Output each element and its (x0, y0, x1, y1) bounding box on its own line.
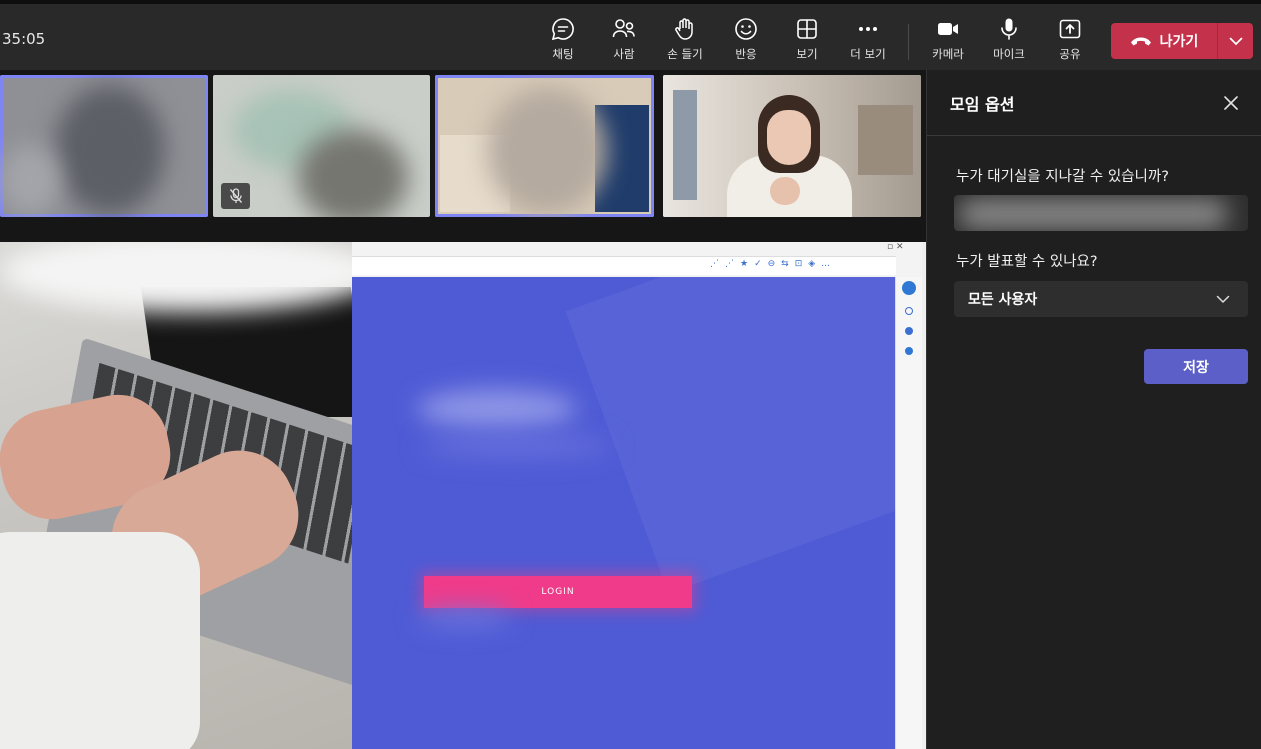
react-label: 반응 (735, 47, 757, 61)
blurred-participant (487, 87, 607, 215)
shared-screen: ▫ ✕ ⋰⋰★✓⊖⇆⊡◈… LOGIN (0, 242, 926, 749)
react-button[interactable]: 반응 (718, 16, 774, 68)
mic-label: 마이크 (993, 47, 1025, 61)
raise-hand-label: 손 들기 (667, 47, 703, 61)
chat-label: 채팅 (552, 47, 574, 61)
blurred-text (422, 435, 612, 457)
more-label: 더 보기 (850, 47, 886, 61)
leave-label: 나가기 (1159, 34, 1199, 50)
participant-hand (770, 177, 800, 205)
chevron-down-icon (1216, 295, 1230, 303)
more-button[interactable]: 더 보기 (840, 16, 896, 68)
browser-sidebar (895, 277, 922, 749)
save-label: 저장 (1183, 359, 1209, 376)
muted-indicator (221, 183, 250, 209)
share-tray-icon (1059, 19, 1081, 39)
panel-title: 모임 옵션 (950, 94, 1015, 114)
page-decoration (565, 277, 895, 594)
view-button[interactable]: 보기 (779, 16, 835, 68)
share-label: 공유 (1059, 47, 1081, 61)
shirt-sleeve (0, 532, 200, 749)
hand-icon (675, 18, 693, 40)
presenter-question-label: 누가 발표할 수 있나요? (956, 254, 1098, 270)
view-label: 보기 (796, 47, 818, 61)
people-icon (612, 19, 635, 38)
smiley-icon (735, 18, 757, 40)
chat-button[interactable]: 채팅 (535, 16, 591, 68)
raise-hand-button[interactable]: 손 들기 (657, 16, 713, 68)
search-icon (905, 307, 913, 315)
shared-web-page: LOGIN (352, 277, 895, 749)
camera-button[interactable]: 카메라 (920, 16, 976, 68)
leave-button-group: 나가기 (1111, 23, 1253, 59)
login-label: LOGIN (541, 587, 575, 597)
window-controls: ▫ ✕ (887, 242, 904, 252)
leave-options-button[interactable] (1218, 23, 1253, 59)
meeting-timer: 35:05 (2, 30, 46, 48)
shared-login-button: LOGIN (424, 576, 692, 608)
browser-extension-icons: ⋰⋰★✓⊖⇆⊡◈… (710, 259, 837, 269)
sidebar-app-icon (905, 347, 913, 355)
mic-button[interactable]: 마이크 (981, 16, 1037, 68)
window (673, 90, 697, 200)
meeting-stage: ▫ ✕ ⋰⋰★✓⊖⇆⊡◈… LOGIN (0, 70, 926, 749)
chat-icon (551, 18, 574, 41)
presenter-select-value: 모든 사용자 (968, 292, 1038, 308)
chevron-down-icon (1229, 37, 1242, 45)
blurred-text (417, 389, 577, 429)
shared-image-laptop (0, 242, 352, 749)
blurred-value (958, 199, 1228, 229)
close-icon (1224, 95, 1238, 110)
shared-browser-toolbar: ▫ ✕ ⋰⋰★✓⊖⇆⊡◈… (352, 242, 922, 277)
camera-icon (938, 23, 958, 35)
lobby-question-label: 누가 대기실을 지나갈 수 있습니까? (956, 169, 1169, 185)
people-label: 사람 (613, 47, 635, 61)
participant-tile[interactable] (435, 75, 654, 217)
share-button[interactable]: 공유 (1042, 16, 1098, 68)
mic-off-icon (229, 188, 242, 203)
sidebar-app-icon (905, 327, 913, 335)
save-button[interactable]: 저장 (1144, 349, 1248, 384)
meeting-toolbar: 35:05 채팅 사람 손 들기 반응 보기 더 보기 카메라 마이크 공유 나… (0, 0, 1261, 70)
meeting-options-panel: 모임 옵션 누가 대기실을 지나갈 수 있습니까? 누가 발표할 수 있나요? … (926, 70, 1261, 749)
participant-tile[interactable] (0, 75, 208, 217)
microphone-icon (1001, 18, 1017, 40)
leave-button[interactable]: 나가기 (1111, 23, 1217, 59)
camera-label: 카메라 (932, 47, 964, 61)
people-button[interactable]: 사람 (596, 16, 652, 68)
blurred-background (0, 145, 60, 215)
wall-panel (858, 105, 913, 175)
blurred-text (417, 610, 512, 626)
panel-header: 모임 옵션 (927, 70, 1261, 136)
close-panel-button[interactable] (1219, 91, 1243, 115)
more-dots-icon (859, 27, 877, 31)
blurred-participant (55, 85, 165, 215)
hang-up-icon (1130, 37, 1151, 46)
presenter-select[interactable]: 모든 사용자 (954, 281, 1248, 317)
bing-icon (902, 281, 916, 295)
grid-view-icon (797, 19, 817, 39)
blurred-participant (298, 130, 408, 217)
participant-tile[interactable] (663, 75, 921, 217)
participant-face (767, 110, 811, 165)
lobby-select[interactable] (954, 195, 1248, 231)
blurred-region (0, 242, 352, 312)
toolbar-divider (908, 24, 909, 60)
